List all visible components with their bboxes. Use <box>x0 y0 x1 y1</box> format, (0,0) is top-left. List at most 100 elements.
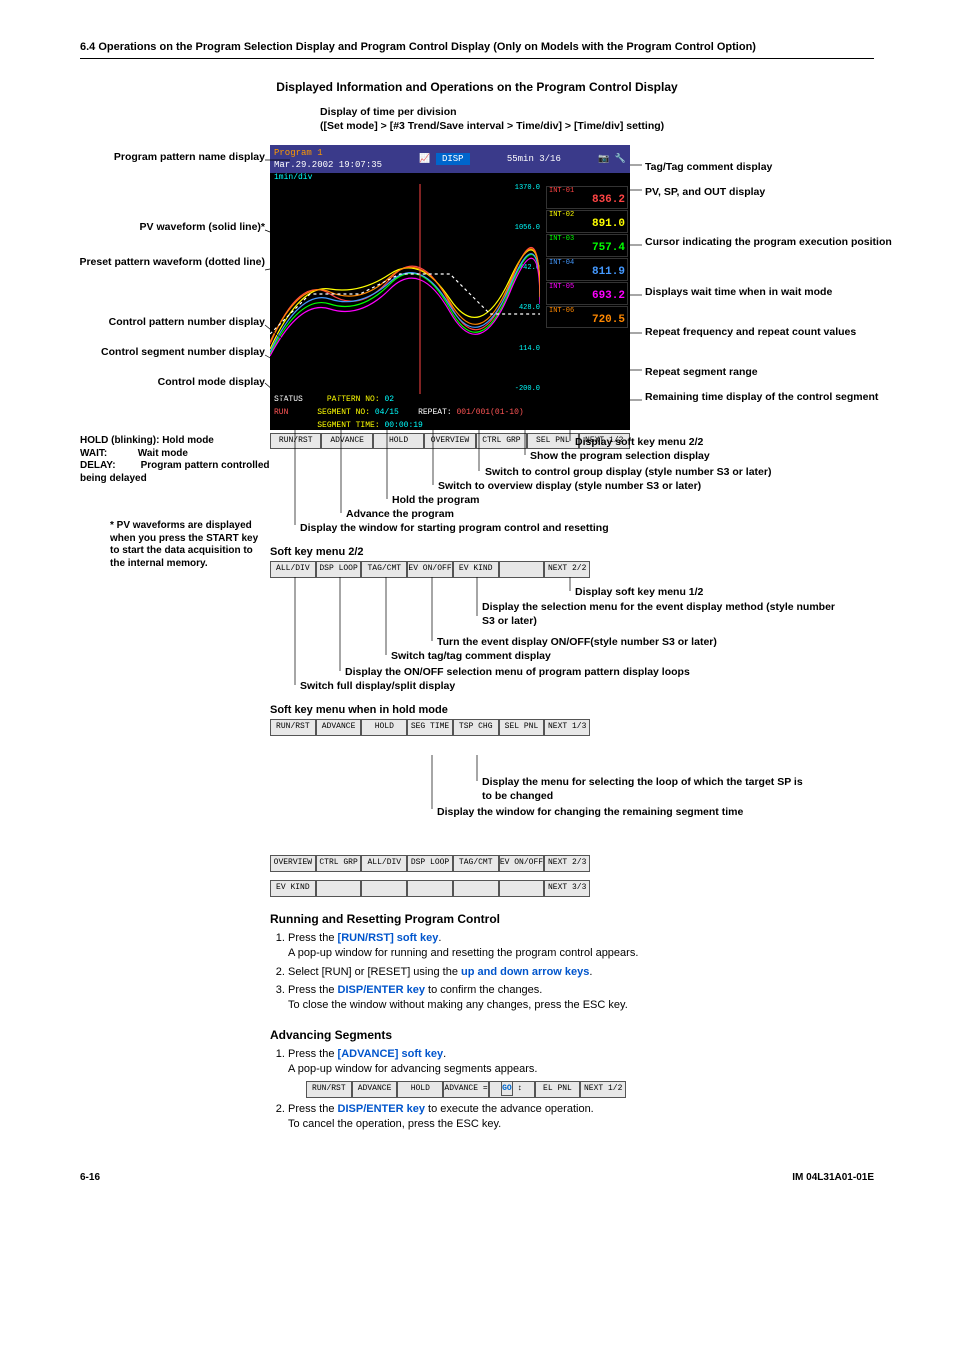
softkey-row-advance[interactable]: RUN/RSTADVANCEHOLDADVANCE =GO ↕EL PNLNEX… <box>306 1081 626 1098</box>
softkey-tsp-chg[interactable]: TSP CHG <box>453 719 499 736</box>
main-title: Displayed Information and Operations on … <box>80 79 874 95</box>
softkey-next-2-3[interactable]: NEXT 2/3 <box>544 855 590 872</box>
waveforms <box>270 184 540 394</box>
softkey-ev-kind[interactable]: EV KIND <box>270 880 316 897</box>
lbl-remaining: Remaining time display of the control se… <box>645 390 878 404</box>
softkey-el-pnl[interactable]: EL PNL <box>535 1081 581 1098</box>
body-text: Running and Resetting Program Control Pr… <box>270 911 874 1132</box>
hold-title: Soft key menu when in hold mode <box>270 703 448 718</box>
softkey-ctrl-grp[interactable]: CTRL GRP <box>316 855 362 872</box>
lbl-pv-wave: PV waveform (solid line)* <box>140 220 265 234</box>
softkey-ev-on-off[interactable]: EV ON/OFF <box>499 855 545 872</box>
lbl-ctrl-segment: Control segment number display <box>101 345 265 359</box>
adv-step-1: Press the [ADVANCE] soft key. A pop-up w… <box>288 1047 874 1097</box>
caption-time-div-1: Display of time per division <box>320 105 457 119</box>
shot-header: Program 1Mar.29.2002 19:07:35 📈 DISP 55m… <box>270 145 630 173</box>
lbl-preset: Preset pattern waveform (dotted line) <box>79 255 265 269</box>
section-header: 6.4 Operations on the Program Selection … <box>80 40 874 59</box>
softkey-tag-cmt[interactable]: TAG/CMT <box>453 855 499 872</box>
page-number: 6-16 <box>80 1171 100 1185</box>
lbl-pvspout: PV, SP, and OUT display <box>645 185 765 199</box>
page-footer: 6-16 IM 04L31A01-01E <box>80 1171 874 1185</box>
softkey-hold[interactable]: HOLD <box>397 1081 443 1098</box>
graph-area: 1370.01056.0742.0428.0114.0-200.0 INT- <box>270 184 630 394</box>
sk2d-next: Display soft key menu 1/2 <box>575 585 703 599</box>
softkey-next-1-2[interactable]: NEXT 1/2 <box>580 1081 626 1098</box>
softkey-all-div[interactable]: ALL/DIV <box>361 855 407 872</box>
skd-over: Switch to overview display (style number… <box>438 479 701 493</box>
softkey-next-2-2[interactable]: NEXT 2/2 <box>544 561 590 578</box>
pv-note: * PV waveforms are displayed when you pr… <box>110 520 265 570</box>
skd-ctrlgrp: Switch to control group display (style n… <box>485 465 771 479</box>
softkey-blank[interactable] <box>407 880 453 897</box>
program-control-screenshot: Program 1Mar.29.2002 19:07:35 📈 DISP 55m… <box>270 145 630 430</box>
lbl-repeat-r: Repeat segment range <box>645 365 758 379</box>
softkey-seg-time[interactable]: SEG TIME <box>407 719 453 736</box>
softkey-sel-pnl[interactable]: SEL PNL <box>499 719 545 736</box>
sk2d-dsploop: Display the ON/OFF selection menu of pro… <box>345 665 690 679</box>
mode-notes: HOLD (blinking): Hold mode WAIT: Wait mo… <box>80 435 290 485</box>
softkey-dsp-loop[interactable]: DSP LOOP <box>407 855 453 872</box>
skd-next: Display soft key menu 2/2 <box>575 435 703 449</box>
holdd-segtime: Display the window for changing the rema… <box>437 805 743 819</box>
adv-title: Advancing Segments <box>270 1027 874 1043</box>
softkey-overview[interactable]: OVERVIEW <box>424 433 475 450</box>
softkey-hold[interactable]: HOLD <box>361 719 407 736</box>
softkey-blank[interactable] <box>361 880 407 897</box>
lbl-ctrl-mode: Control mode display <box>158 375 265 389</box>
softkey-tag-cmt[interactable]: TAG/CMT <box>361 561 407 578</box>
time-div-readout: 1min/div <box>270 173 630 184</box>
softkey-blank[interactable] <box>499 561 545 578</box>
skd-selpnl: Show the program selection display <box>530 449 710 463</box>
skd-adv: Advance the program <box>346 507 454 521</box>
softkey-run-rst[interactable]: RUN/RST <box>306 1081 352 1098</box>
sk2d-tagcmt: Switch tag/tag comment display <box>391 649 551 663</box>
softkey-ctrl-grp[interactable]: CTRL GRP <box>476 433 527 450</box>
run-step-3: Press the DISP/ENTER key to confirm the … <box>288 983 874 1013</box>
sk2d-alldiv: Switch full display/split display <box>300 679 455 693</box>
softkey-row-hold-1[interactable]: RUN/RSTADVANCEHOLDSEG TIMETSP CHGSEL PNL… <box>270 719 590 736</box>
softkey-all-div[interactable]: ALL/DIV <box>270 561 316 578</box>
softkey-hold[interactable]: HOLD <box>373 433 424 450</box>
run-title: Running and Resetting Program Control <box>270 911 874 927</box>
sk2-title: Soft key menu 2/2 <box>270 545 364 560</box>
lbl-ctrl-pattern: Control pattern number display <box>109 315 265 329</box>
softkey-ev-on-off[interactable]: EV ON/OFF <box>407 561 453 578</box>
doc-number: IM 04L31A01-01E <box>792 1171 874 1185</box>
softkey-next-3-3[interactable]: NEXT 3/3 <box>544 880 590 897</box>
softkey-row-2[interactable]: ALL/DIVDSP LOOPTAG/CMTEV ON/OFFEV KIND NE… <box>270 561 590 578</box>
softkey-overview[interactable]: OVERVIEW <box>270 855 316 872</box>
main-diagram: Display of time per division ([Set mode]… <box>80 105 874 735</box>
sk2d-evkind: Display the selection menu for the event… <box>482 600 842 628</box>
tag-panel: INT-01836.2INT-02891.0INT-03757.4INT-048… <box>546 186 628 329</box>
caption-time-div-2: ([Set mode] > [#3 Trend/Save interval > … <box>320 119 664 133</box>
lbl-cursor: Cursor indicating the program execution … <box>645 235 892 249</box>
softkey-blank[interactable] <box>499 880 545 897</box>
status-line-2: RUN SEGMENT NO: 04/15 REPEAT: 001/001(01… <box>270 407 630 420</box>
softkey-advance[interactable]: ADVANCE <box>316 719 362 736</box>
holdd-tspchg: Display the menu for selecting the loop … <box>482 775 812 803</box>
softkey-next-1-3[interactable]: NEXT 1/3 <box>544 719 590 736</box>
softkey-advance[interactable]: ADVANCE <box>352 1081 398 1098</box>
softkey-blank[interactable] <box>316 880 362 897</box>
skd-hold: Hold the program <box>392 493 480 507</box>
softkey-dsp-loop[interactable]: DSP LOOP <box>316 561 362 578</box>
softkey-ev-kind[interactable]: EV KIND <box>453 561 499 578</box>
softkey-go[interactable]: GO ↕ <box>489 1081 535 1098</box>
run-step-1: Press the [RUN/RST] soft key. A pop-up w… <box>288 931 874 961</box>
status-line-3: SEGMENT TIME: 00:00:19 <box>270 420 630 433</box>
lbl-repeat-f: Repeat frequency and repeat count values <box>645 325 856 339</box>
status-line-1: STATUS PATTERN NO: 02 <box>270 394 630 407</box>
softkey-advance-[interactable]: ADVANCE = <box>443 1081 489 1098</box>
sk2d-evonoff: Turn the event display ON/OFF(style numb… <box>437 635 717 649</box>
softkey-advance[interactable]: ADVANCE <box>321 433 372 450</box>
softkey-row-hold-3[interactable]: EV KIND NEXT 3/3 <box>270 880 590 897</box>
softkey-blank[interactable] <box>453 880 499 897</box>
softkey-sel-pnl[interactable]: SEL PNL <box>527 433 578 450</box>
skd-runrst: Display the window for starting program … <box>300 521 609 535</box>
adv-step-2: Press the DISP/ENTER key to execute the … <box>288 1102 874 1132</box>
softkey-run-rst[interactable]: RUN/RST <box>270 719 316 736</box>
lbl-program-pattern: Program pattern name display <box>114 150 265 164</box>
lbl-tag: Tag/Tag comment display <box>645 160 772 174</box>
softkey-row-hold-2[interactable]: OVERVIEWCTRL GRPALL/DIVDSP LOOPTAG/CMTEV… <box>270 855 590 872</box>
